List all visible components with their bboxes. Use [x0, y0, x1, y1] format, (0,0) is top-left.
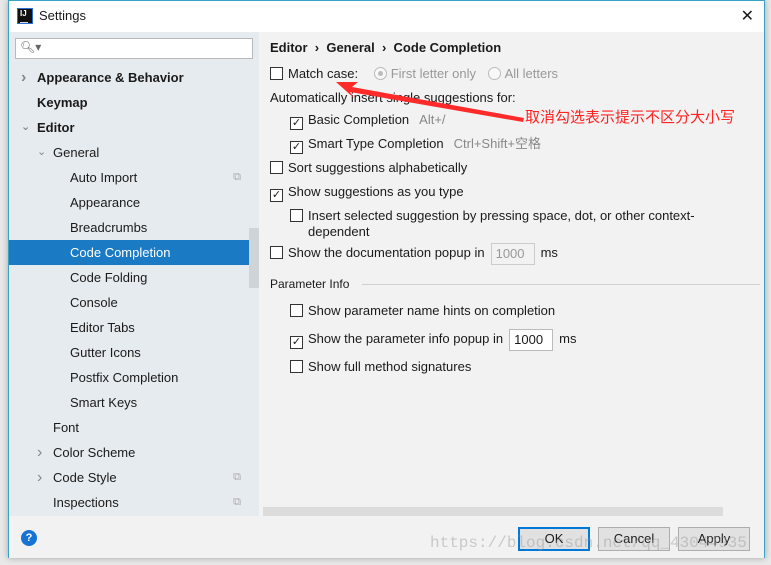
sidebar-item[interactable]: Gutter Icons	[9, 340, 259, 365]
sidebar-item[interactable]: Keymap	[9, 90, 259, 115]
doc-popup-row: Show the documentation popup in 1000 ms	[270, 241, 558, 265]
parameter-info-section-title: Parameter Info	[270, 274, 760, 294]
sidebar-item-label: General	[53, 145, 100, 160]
smart-completion-checkbox[interactable]: ✓ Smart Type Completion Ctrl+Shift+空格	[290, 134, 541, 154]
breadcrumb-item[interactable]: Editor	[270, 40, 308, 55]
sidebar-item[interactable]: Code Completion	[9, 240, 259, 265]
sidebar-item[interactable]: Font	[9, 415, 259, 440]
doc-popup-checkbox[interactable]: Show the documentation popup in	[270, 245, 485, 260]
sidebar-item-label: Smart Keys	[70, 395, 138, 410]
sidebar-item-label: Appearance	[70, 195, 141, 210]
sidebar-item-label: Gutter Icons	[70, 345, 141, 360]
chevron-right-icon[interactable]: ›	[21, 65, 26, 90]
doc-popup-delay-input[interactable]: 1000	[490, 242, 535, 265]
sidebar-item-label: Console	[70, 295, 118, 310]
sidebar-item-label: Inspections	[53, 495, 119, 510]
chevron-down-icon[interactable]: ⌄	[21, 115, 30, 140]
search-input[interactable]: 🔍︎▾	[15, 38, 253, 59]
param-popup-delay-input[interactable]: 1000	[509, 328, 554, 351]
chevron-down-icon[interactable]: ⌄	[37, 140, 46, 165]
sidebar-item-label: Breadcrumbs	[70, 220, 148, 235]
search-icon: 🔍︎▾	[20, 40, 42, 54]
annotation-text: 取消勾选表示提示不区分大小写	[525, 109, 736, 126]
sidebar-item[interactable]: Auto Import ⧉	[9, 165, 259, 190]
title-bar: IJ — Settings ✕	[9, 1, 764, 32]
project-settings-icon: ⧉	[233, 471, 241, 483]
sidebar-item[interactable]: › Color Scheme	[9, 440, 259, 465]
sort-alpha-checkbox[interactable]: Sort suggestions alphabetically	[270, 158, 467, 178]
show-as-type-checkbox[interactable]: ✓ Show suggestions as you type	[270, 182, 464, 202]
sidebar-item[interactable]: Inspections ⧉	[9, 490, 259, 515]
insert-selected-checkbox[interactable]: Insert selected suggestion by pressing s…	[290, 208, 750, 240]
sidebar-item[interactable]: ⌄ Editor	[9, 115, 259, 140]
sidebar-scrollbar[interactable]	[249, 228, 259, 288]
sidebar-item[interactable]: Console	[9, 290, 259, 315]
full-signatures-checkbox[interactable]: Show full method signatures	[290, 357, 471, 377]
sidebar-item-label: Color Scheme	[53, 445, 136, 460]
annotation-arrow	[336, 82, 524, 122]
sidebar-item[interactable]: Editor Tabs	[9, 315, 259, 340]
sidebar-item-label: Appearance & Behavior	[37, 70, 184, 85]
sidebar-item[interactable]: Code Folding	[9, 265, 259, 290]
settings-sidebar: 🔍︎▾ › Appearance & Behavior Keymap ⌄ Editor ⌄…	[9, 32, 259, 516]
sidebar-item-label: Editor	[37, 120, 75, 135]
sidebar-item[interactable]: Appearance	[9, 190, 259, 215]
watermark: https://blog.csdn.net/qq_43044935	[430, 534, 747, 552]
sidebar-item-label: Postfix Completion	[70, 370, 179, 385]
sidebar-item-label: Editor Tabs	[70, 320, 135, 335]
sidebar-item-label: Keymap	[37, 95, 88, 110]
breadcrumb: Editor › General › Code Completion	[270, 40, 502, 55]
sidebar-item[interactable]: › Code Style ⧉	[9, 465, 259, 490]
param-popup-checkbox[interactable]: ✓ Show the parameter info popup in	[290, 331, 503, 349]
sidebar-item-label: Code Completion	[70, 245, 171, 260]
sidebar-item[interactable]: ⌄ General	[9, 140, 259, 165]
sidebar-item[interactable]: Postfix Completion	[9, 365, 259, 390]
param-hints-checkbox[interactable]: Show parameter name hints on completion	[290, 301, 555, 321]
chevron-right-icon[interactable]: ›	[37, 465, 42, 490]
sidebar-item[interactable]: Breadcrumbs	[9, 215, 259, 240]
project-settings-icon: ⧉	[233, 496, 241, 508]
sidebar-item-label: Auto Import	[70, 170, 138, 185]
param-popup-row: ✓ Show the parameter info popup in 1000 ms	[290, 327, 576, 351]
sidebar-item[interactable]: Smart Keys	[9, 390, 259, 415]
sidebar-item-label: Font	[53, 420, 80, 435]
sidebar-item-label: Code Folding	[70, 270, 148, 285]
breadcrumb-item[interactable]: General	[326, 40, 374, 55]
app-logo: IJ —	[17, 8, 33, 27]
chevron-right-icon[interactable]: ›	[37, 440, 42, 465]
close-icon[interactable]: ✕	[741, 6, 754, 26]
project-settings-icon: ⧉	[233, 171, 241, 183]
window-title: Settings	[39, 8, 86, 23]
sidebar-item[interactable]: › Appearance & Behavior	[9, 65, 259, 90]
breadcrumb-item: Code Completion	[393, 40, 502, 55]
sidebar-item-label: Code Style	[53, 470, 117, 485]
horizontal-scrollbar[interactable]	[263, 507, 723, 516]
help-icon[interactable]: ?	[21, 530, 37, 546]
